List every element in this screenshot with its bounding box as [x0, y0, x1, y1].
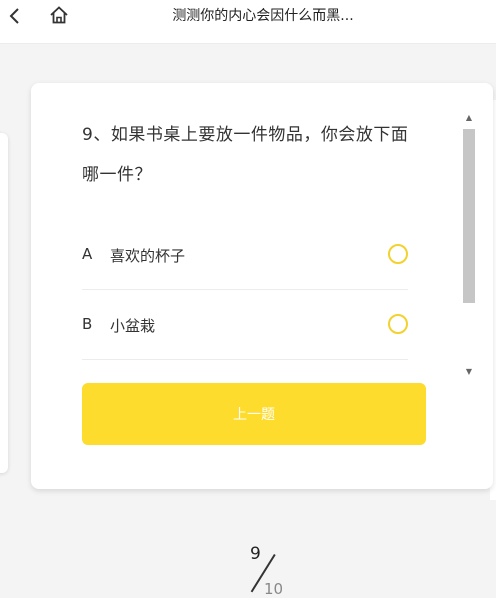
option-letter: B [82, 315, 93, 333]
option-a[interactable]: A 喜欢的杯子 [82, 220, 408, 290]
progress-indicator: 9 10 [240, 540, 300, 598]
previous-card-edge [0, 133, 8, 473]
top-nav-bar: 测测你的内心会因什么而黑... [0, 0, 496, 44]
previous-question-button[interactable]: 上一题 [82, 383, 426, 445]
vertical-scrollbar[interactable]: ▲ ▼ [461, 113, 477, 377]
question-scroll-area[interactable]: 9、如果书桌上要放一件物品，你会放下面哪一件？ A 喜欢的杯子 B 小盆栽 [31, 83, 461, 379]
question-text: 9、如果书桌上要放一件物品，你会放下面哪一件？ [82, 125, 409, 185]
scroll-down-arrow-icon[interactable]: ▼ [464, 367, 474, 377]
radio-circle-icon[interactable] [388, 314, 408, 334]
option-label: 小盆栽 [110, 317, 156, 335]
option-label: 喜欢的杯子 [110, 247, 186, 265]
question-card: 9、如果书桌上要放一件物品，你会放下面哪一件？ A 喜欢的杯子 B 小盆栽 ▲ … [31, 83, 493, 489]
home-icon [50, 6, 68, 24]
option-b[interactable]: B 小盆栽 [82, 290, 408, 360]
home-button[interactable] [48, 4, 70, 26]
progress-current: 9 [250, 544, 261, 564]
option-letter: A [82, 245, 93, 263]
scroll-up-arrow-icon[interactable]: ▲ [464, 113, 474, 123]
chevron-left-icon [9, 8, 19, 24]
back-button[interactable] [4, 4, 24, 28]
radio-circle-icon[interactable] [388, 244, 408, 264]
scroll-thumb[interactable] [463, 129, 475, 303]
page-title: 测测你的内心会因什么而黑... [172, 8, 354, 24]
progress-total: 10 [264, 580, 284, 598]
